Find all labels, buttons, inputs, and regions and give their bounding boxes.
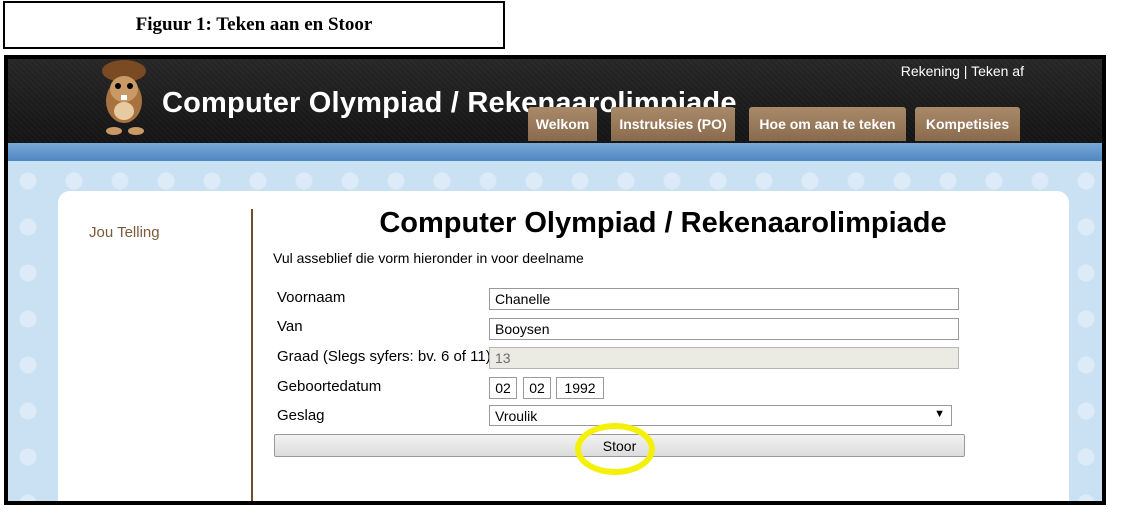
sidebar-divider — [251, 209, 253, 501]
account-link[interactable]: Rekening — [901, 63, 960, 79]
gender-label: Geslag — [277, 407, 325, 424]
figure-caption: Figuur 1: Teken aan en Stoor — [3, 1, 505, 49]
header-stripe — [8, 143, 1102, 161]
logout-link[interactable]: Teken af — [971, 63, 1024, 79]
form-intro: Vul asseblief die vorm hieronder in voor… — [273, 250, 584, 266]
nav-tab-hoe-om-aan-te-teken[interactable]: Hoe om aan te teken — [749, 107, 906, 141]
birthdate-day-input[interactable]: 02 — [489, 377, 517, 399]
nav-tab-welkom[interactable]: Welkom — [528, 107, 597, 141]
grade-label: Graad (Slegs syfers: bv. 6 of 11) — [277, 348, 491, 365]
nav-tab-instruksies[interactable]: Instruksies (PO) — [611, 107, 735, 141]
nav-tab-kompetisies[interactable]: Kompetisies — [915, 107, 1020, 141]
grade-input[interactable]: 13 — [489, 347, 959, 369]
top-links-separator: | — [963, 63, 968, 79]
first-name-input[interactable]: Chanelle — [489, 288, 959, 310]
sidebar-item-jou-telling[interactable]: Jou Telling — [89, 224, 160, 241]
first-name-label: Voornaam — [277, 289, 346, 306]
birthdate-year-input[interactable]: 1992 — [556, 377, 604, 399]
chevron-down-icon: ▼ — [934, 408, 945, 420]
surname-input[interactable]: Booysen — [489, 318, 959, 340]
beaver-logo-icon — [102, 60, 146, 135]
top-links: Rekening | Teken af — [901, 63, 1024, 79]
gender-select-value: Vroulik — [495, 407, 538, 424]
site-header: Computer Olympiad / Rekenaarolimpiade Re… — [8, 59, 1102, 145]
surname-label: Van — [277, 318, 303, 335]
birthdate-label: Geboortedatum — [277, 378, 382, 395]
page-title: Computer Olympiad / Rekenaarolimpiade — [379, 207, 947, 239]
birthdate-month-input[interactable]: 02 — [523, 377, 551, 399]
browser-frame: Computer Olympiad / Rekenaarolimpiade Re… — [4, 55, 1106, 505]
highlight-circle — [575, 423, 655, 475]
gender-select[interactable]: Vroulik ▼ — [489, 405, 952, 426]
